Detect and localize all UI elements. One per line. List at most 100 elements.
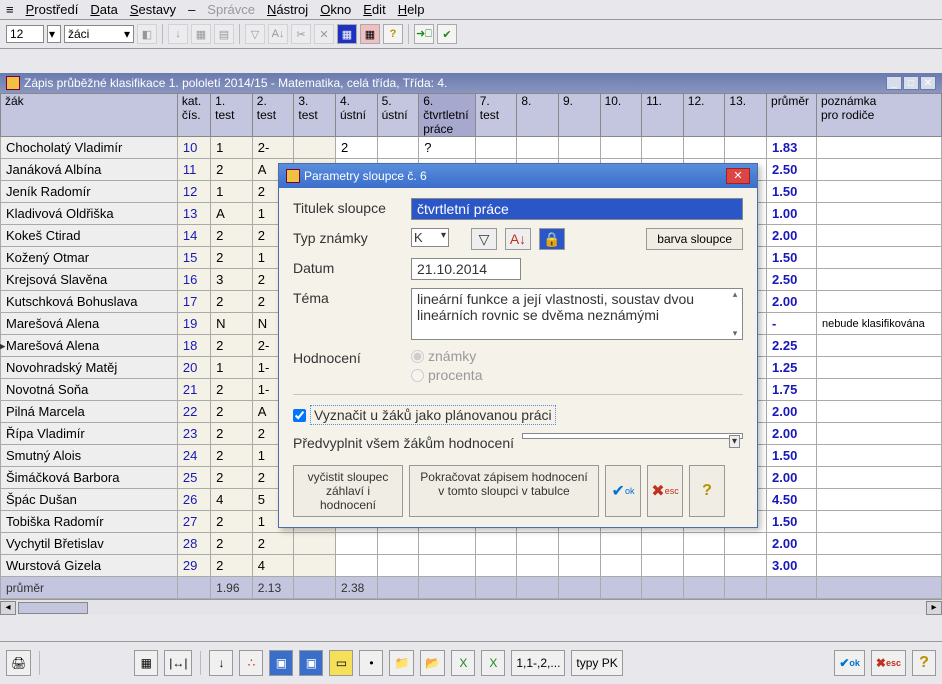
grade-cell[interactable]: 2- — [252, 137, 294, 159]
sb-folder1-icon[interactable]: 📁 — [389, 650, 414, 676]
select-typ[interactable]: K ▾ — [411, 228, 449, 247]
grade-cell[interactable]: 1 — [211, 137, 253, 159]
tb-btn-1[interactable]: ◧ — [137, 24, 157, 44]
student-name[interactable]: Smutný Alois — [1, 445, 178, 467]
sb-help[interactable]: ? — [912, 650, 936, 676]
input-titulek[interactable]: čtvrtletní práce — [411, 198, 743, 220]
grade-cell[interactable] — [725, 533, 767, 555]
row-note[interactable] — [816, 467, 941, 489]
student-name[interactable]: Šimáčková Barbora — [1, 467, 178, 489]
grade-cell[interactable] — [683, 555, 725, 577]
student-name[interactable]: Řípa Vladimír — [1, 423, 178, 445]
btn-esc-icon[interactable]: ✖esc — [647, 465, 683, 517]
dialog-titlebar[interactable]: Parametry sloupce č. 6 ✕ — [279, 164, 757, 188]
grade-cell[interactable] — [642, 137, 684, 159]
maximize-button[interactable]: □ — [903, 76, 919, 90]
student-name[interactable]: Vychytil Břetislav — [1, 533, 178, 555]
menu-spravce[interactable]: Správce — [207, 2, 255, 17]
tb-btn-grid[interactable]: ▦ — [191, 24, 211, 44]
grade-cell[interactable] — [475, 555, 517, 577]
col-header[interactable]: 4.ústní — [335, 94, 377, 137]
col-header[interactable]: 8. — [517, 94, 559, 137]
row-note[interactable] — [816, 137, 941, 159]
kat-cislo[interactable]: 22 — [177, 401, 210, 423]
color-button[interactable]: barva sloupce — [646, 228, 743, 250]
student-name[interactable]: Kutschková Bohuslava — [1, 291, 178, 313]
sb-dot-icon[interactable]: • — [359, 650, 383, 676]
grade-cell[interactable] — [725, 555, 767, 577]
kat-cislo[interactable]: 11 — [177, 159, 210, 181]
grade-cell[interactable] — [683, 533, 725, 555]
close-button[interactable]: ✕ — [920, 76, 936, 90]
row-note[interactable] — [816, 335, 941, 357]
row-note[interactable] — [816, 401, 941, 423]
col-header[interactable]: 6.čtvrtletní práce — [419, 94, 476, 137]
kat-cislo[interactable]: 26 — [177, 489, 210, 511]
row-note[interactable] — [816, 203, 941, 225]
dialog-close-button[interactable]: ✕ — [726, 168, 750, 184]
student-name[interactable]: ▸Marešová Alena — [1, 335, 178, 357]
grade-cell[interactable]: 2 — [211, 335, 253, 357]
grade-cell[interactable]: N — [211, 313, 253, 335]
grade-cell[interactable] — [377, 555, 419, 577]
help-icon[interactable]: ? — [383, 24, 403, 44]
student-name[interactable]: Kladivová Oldřiška — [1, 203, 178, 225]
col-header[interactable]: 10. — [600, 94, 642, 137]
row-note[interactable]: nebude klasifikována — [816, 313, 941, 335]
scope-dropdown[interactable]: žáci ▾ — [64, 25, 134, 43]
tb-btn-doc[interactable]: ▤ — [214, 24, 234, 44]
sb-ok[interactable]: ✔ok — [834, 650, 865, 676]
sb-excel1-icon[interactable]: X — [451, 650, 475, 676]
scroll-right[interactable]: ▸ — [926, 601, 942, 615]
menu-data[interactable]: Data — [90, 2, 117, 17]
grade-cell[interactable] — [419, 533, 476, 555]
col-header[interactable]: 2.test — [252, 94, 294, 137]
num-stepper[interactable]: ▾ — [47, 25, 61, 43]
col-header[interactable]: 7.test — [475, 94, 517, 137]
select-predvyplnit[interactable]: ▾ — [522, 433, 743, 439]
grade-cell[interactable]: 4 — [211, 489, 253, 511]
grid-pink-icon[interactable]: ▦ — [360, 24, 380, 44]
kat-cislo[interactable]: 17 — [177, 291, 210, 313]
sb-db1-icon[interactable]: ▣ — [269, 650, 293, 676]
menu-dash[interactable]: – — [188, 2, 195, 17]
grade-cell[interactable]: 2 — [335, 137, 377, 159]
sb-folder2-icon[interactable]: 📂 — [420, 650, 445, 676]
student-name[interactable]: Špác Dušan — [1, 489, 178, 511]
menu-okno[interactable]: Okno — [320, 2, 351, 17]
student-name[interactable]: Kožený Otmar — [1, 247, 178, 269]
col-header[interactable]: 5.ústní — [377, 94, 419, 137]
grade-cell[interactable]: 2 — [211, 445, 253, 467]
kat-cislo[interactable]: 18 — [177, 335, 210, 357]
row-note[interactable] — [816, 423, 941, 445]
col-header[interactable]: průměr — [767, 94, 817, 137]
grade-cell[interactable] — [475, 137, 517, 159]
student-name[interactable]: Pilná Marcela — [1, 401, 178, 423]
checkbox-vyznacit[interactable] — [293, 409, 306, 422]
col-header[interactable]: žák — [1, 94, 178, 137]
sb-excel2-icon[interactable]: X — [481, 650, 505, 676]
sb-dots-icon[interactable]: ∴ — [239, 650, 263, 676]
grade-cell[interactable] — [517, 137, 559, 159]
row-note[interactable] — [816, 511, 941, 533]
student-name[interactable]: Marešová Alena — [1, 313, 178, 335]
row-note[interactable] — [816, 555, 941, 577]
scroll-left[interactable]: ◂ — [0, 601, 16, 615]
grade-cell[interactable] — [294, 533, 336, 555]
grade-cell[interactable] — [419, 555, 476, 577]
grade-cell[interactable] — [642, 555, 684, 577]
grade-cell[interactable]: 2 — [211, 423, 253, 445]
kat-cislo[interactable]: 14 — [177, 225, 210, 247]
row-note[interactable] — [816, 247, 941, 269]
student-name[interactable]: Novohradský Matěj — [1, 357, 178, 379]
sort-icon[interactable]: A↓ — [268, 24, 288, 44]
lock-icon-btn[interactable]: 🔒 — [539, 228, 565, 250]
table-row[interactable]: Wurstová Gizela29243.00 — [1, 555, 942, 577]
grid-blue-icon[interactable]: ▦ — [337, 24, 357, 44]
col-header[interactable]: 13. — [725, 94, 767, 137]
col-header[interactable]: 12. — [683, 94, 725, 137]
grade-cell[interactable]: 1 — [211, 357, 253, 379]
grade-cell[interactable] — [558, 533, 600, 555]
row-note[interactable] — [816, 269, 941, 291]
grade-cell[interactable]: 3 — [211, 269, 253, 291]
